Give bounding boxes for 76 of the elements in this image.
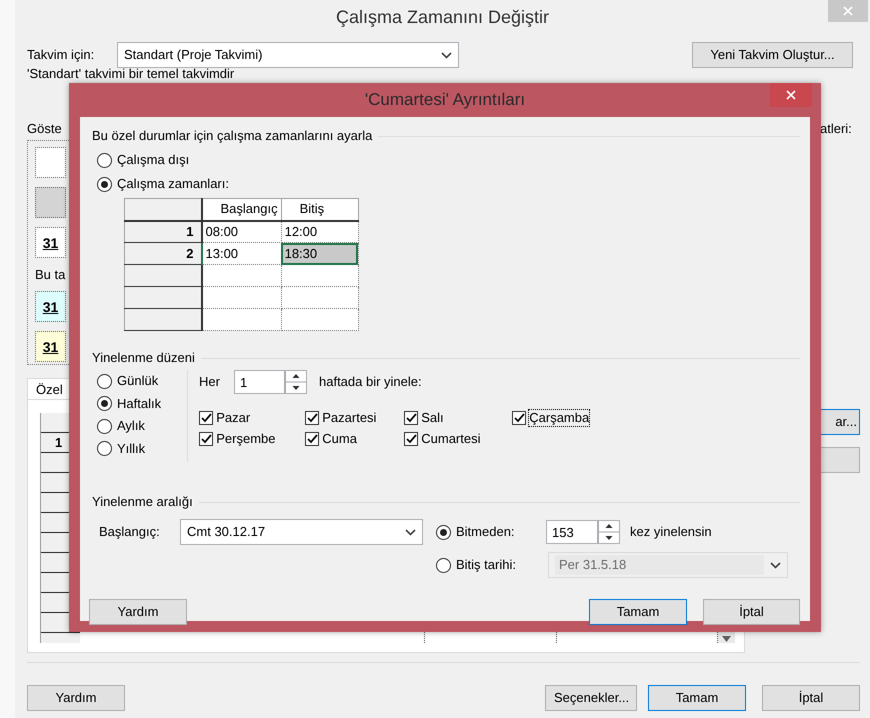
legend-swatch: 31 — [35, 227, 66, 258]
close-icon — [786, 90, 796, 100]
radio-button[interactable] — [436, 524, 451, 540]
every-label: Her — [199, 374, 221, 390]
checkbox-label: Cuma — [322, 431, 357, 447]
chevron-icon — [770, 562, 781, 568]
radio-label: Günlük — [117, 373, 158, 390]
radio-label: Haftalık — [117, 396, 162, 412]
radio-label: Yıllık — [117, 440, 146, 457]
radio-label: Bitiş tarihi: — [456, 557, 516, 573]
row-number: 2 — [124, 242, 202, 264]
radio-label: Çalışma zamanları: — [117, 176, 229, 192]
checkbox-label: Pazar — [216, 410, 250, 426]
legend-subheading: Bu ta — [35, 267, 66, 282]
chevron-icon — [441, 52, 452, 58]
checkbox[interactable] — [199, 432, 213, 446]
calendar-label: Takvim için: — [27, 47, 96, 63]
side-button[interactable] — [820, 447, 860, 473]
column-header: Başlangıç — [202, 198, 282, 220]
start-label: Başlangıç: — [99, 524, 161, 540]
checkbox-label: Cumartesi — [421, 431, 480, 447]
number-field[interactable]: 153 — [546, 520, 598, 544]
tab[interactable]: Özel — [27, 378, 72, 399]
radio-label: Aylık — [117, 418, 145, 434]
radio-button[interactable] — [97, 396, 112, 412]
radio-label: Bitmeden: — [456, 524, 515, 540]
group-heading: Yinelenme aralığı — [92, 494, 193, 510]
chevron-icon — [405, 528, 416, 536]
dialog-button[interactable]: Tamam — [589, 599, 687, 625]
repeat-suffix: kez yinelensin — [630, 524, 712, 540]
checkbox[interactable] — [512, 411, 526, 425]
checkbox-label: Perşembe — [216, 431, 276, 447]
legend-swatch: 31 — [35, 291, 66, 322]
checkbox[interactable] — [404, 411, 418, 425]
group-heading: Bu özel durumlar için çalışma zamanlarını ayarla — [92, 128, 372, 144]
spin-button[interactable] — [598, 520, 620, 544]
checkbox-label: Çarşamba — [529, 410, 590, 426]
dialog-title: 'Cumartesi' Ayrıntıları — [364, 89, 526, 111]
close-button[interactable] — [770, 83, 812, 107]
checkbox[interactable] — [199, 411, 213, 425]
checkbox-label: Pazartesi — [322, 410, 376, 426]
footer-button[interactable]: Seçenekler... — [545, 685, 637, 711]
side-button[interactable]: ar... — [820, 409, 860, 435]
spin-button[interactable] — [285, 370, 307, 394]
close-icon — [843, 6, 853, 16]
checkbox[interactable] — [305, 411, 319, 425]
column-header: Bitiş — [281, 198, 358, 220]
radio-button[interactable] — [97, 176, 112, 192]
radio-button[interactable] — [97, 152, 112, 168]
radio-button[interactable] — [97, 441, 112, 456]
calendar-note: 'Standart' takvimi bir temel takvimdir — [27, 66, 234, 81]
checkbox-label: Salı — [421, 410, 444, 426]
radio-label: Çalışma dışı — [117, 152, 190, 168]
radio-button[interactable] — [97, 374, 112, 389]
start-date-select[interactable]: Cmt 30.12.17 — [180, 519, 423, 545]
dialog-button[interactable]: Yardım — [89, 599, 187, 625]
number-field[interactable]: 1 — [234, 370, 285, 394]
scroll-down-icon[interactable] — [722, 636, 732, 642]
footer-button[interactable]: Yardım — [27, 685, 125, 711]
group-heading: Yinelenme düzeni — [92, 350, 195, 366]
footer-button[interactable]: İptal — [762, 685, 860, 711]
legend-swatch: 31 — [35, 331, 66, 362]
window-title: Çalışma Zamanını Değiştir — [336, 6, 550, 28]
section-heading: atleri: — [820, 121, 852, 136]
checkbox[interactable] — [404, 432, 418, 446]
footer-button[interactable]: Tamam — [648, 685, 746, 711]
radio-button[interactable] — [97, 418, 112, 434]
row-number: 1 — [124, 220, 202, 242]
time-cell[interactable]: 08:00 — [202, 220, 282, 242]
dialog-button[interactable]: İptal — [703, 599, 800, 625]
new-calendar-button[interactable]: Yeni Takvim Oluştur... — [692, 42, 853, 68]
every-suffix: haftada bir yinele: — [319, 374, 422, 390]
time-cell[interactable]: 18:30 — [281, 242, 358, 264]
checkbox[interactable] — [305, 432, 319, 446]
legend-heading: Göste — [27, 121, 62, 136]
calendar-select[interactable]: Standart (Proje Takvimi) — [117, 42, 459, 68]
